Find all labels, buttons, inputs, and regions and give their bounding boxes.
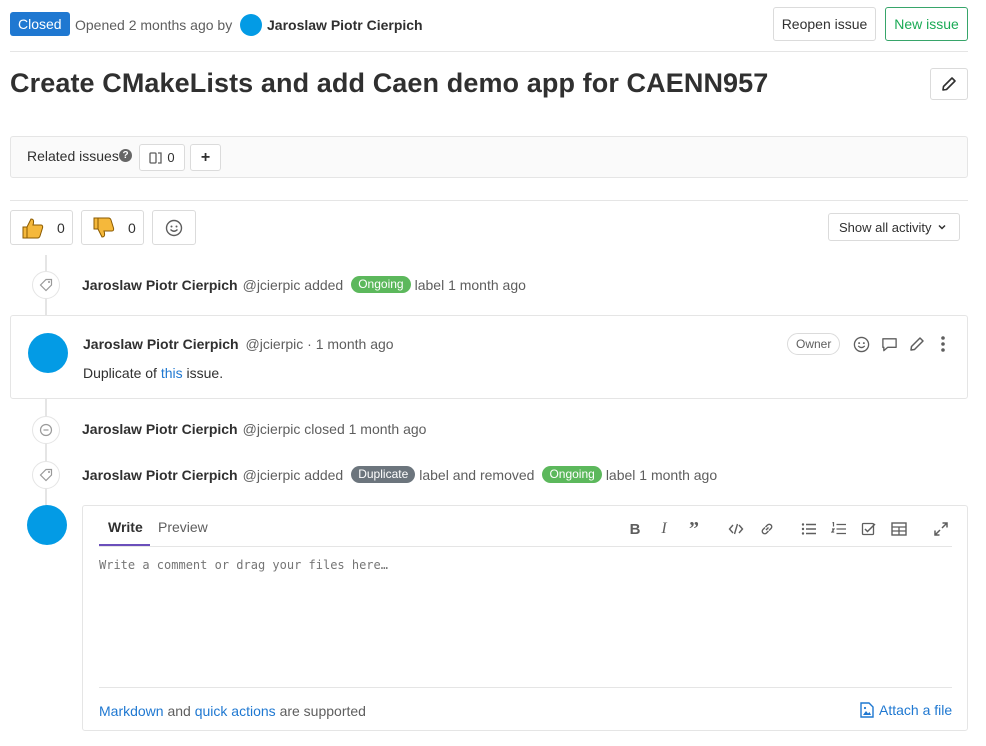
thumbs-up-count: 0 [57,219,65,236]
note-body-suffix: issue. [186,365,224,381]
related-count-value: 0 [167,150,175,165]
event-author[interactable]: Jaroslaw Piotr Cierpich [82,277,238,293]
fullscreen-icon[interactable] [932,520,950,538]
event-text-middle: label and removed [419,466,535,483]
question-icon[interactable]: ? [119,149,132,162]
avatar[interactable] [27,505,67,545]
footer-and: and [167,703,191,719]
comment-form: Write Preview B I ” Markdown and qu [82,505,968,731]
author-avatar[interactable] [240,14,262,36]
related-issues-panel: Related issues ? 0 + [10,136,968,178]
italic-icon[interactable]: I [655,520,673,538]
markdown-hint: Markdown and quick actions are supported [99,703,366,719]
ongoing-label[interactable]: Ongoing [351,276,411,293]
add-related-issue-button[interactable]: + [190,144,221,171]
status-badge: Closed [10,12,70,36]
duplicate-label[interactable]: Duplicate [351,466,416,483]
pencil-icon [942,77,956,91]
attach-file-button[interactable]: Attach a file [860,702,952,718]
new-issue-button[interactable]: New issue [885,7,968,41]
more-actions-icon[interactable] [933,334,953,354]
related-issues-label: Related issues [27,148,119,164]
table-icon[interactable] [890,520,908,538]
edit-title-button[interactable] [930,68,968,100]
event-text: @jcierpic added [242,276,344,293]
note-body: Duplicate of this issue. [83,365,223,381]
note-header: Jaroslaw Piotr Cierpich @jcierpic · 1 mo… [83,336,394,352]
form-footer-divider [99,687,952,688]
tag-icon [39,278,53,292]
thumbs-down-button[interactable]: 0 [81,210,144,245]
owner-badge: Owner [787,333,841,355]
smiley-icon [165,219,183,236]
note-author[interactable]: Jaroslaw Piotr Cierpich [83,336,239,352]
event-text-after: label 1 month ago [414,276,526,293]
issue-header: Closed Opened 2 months ago by Jaroslaw P… [10,7,968,52]
add-reaction-button[interactable] [152,210,196,245]
tag-icon [39,468,53,482]
event-text-after: label 1 month ago [605,466,718,483]
thumbs-down-count: 0 [128,219,136,236]
bullet-list-icon[interactable] [800,520,818,538]
related-issues-count: 0 [139,144,185,171]
activity-filter-dropdown[interactable]: Show all activity [828,213,960,241]
bold-icon[interactable]: B [626,520,644,538]
avatar[interactable] [28,333,68,373]
event-author[interactable]: Jaroslaw Piotr Cierpich [82,467,238,483]
note-body-link[interactable]: this [161,365,183,381]
active-tab-indicator [99,544,150,546]
footer-suffix: are supported [279,703,366,719]
comment-note: Jaroslaw Piotr Cierpich @jcierpic · 1 mo… [10,315,968,399]
timeline-event-labels-changed: Jaroslaw Piotr Cierpich @jcierpic added … [82,466,717,483]
code-icon[interactable] [727,520,745,538]
thumbs-up-icon [22,217,44,238]
comment-textarea[interactable] [99,558,952,683]
timeline-event-closed: Jaroslaw Piotr Cierpich @jcierpic closed… [82,421,426,437]
divider [10,200,968,201]
plus-icon: + [200,148,211,166]
markdown-link[interactable]: Markdown [99,703,164,719]
page-title: Create CMakeLists and add Caen demo app … [10,68,769,98]
pencil-icon[interactable] [907,334,927,354]
opened-text: Opened 2 months ago by [75,17,233,33]
thumbs-down-icon [93,217,115,238]
ongoing-label[interactable]: Ongoing [542,466,602,483]
author-name-link[interactable]: Jaroslaw Piotr Cierpich [267,17,423,33]
task-list-icon[interactable] [860,520,878,538]
comment-tabs: Write Preview B I ” [99,506,952,547]
reply-icon[interactable] [879,334,899,354]
timeline-event-icon [32,416,60,444]
event-author[interactable]: Jaroslaw Piotr Cierpich [82,421,238,437]
tab-preview[interactable]: Preview [158,519,208,535]
attach-file-label: Attach a file [879,702,953,718]
issues-icon [149,151,163,164]
add-reaction-icon[interactable] [851,334,871,354]
closed-icon [39,423,53,437]
activity-filter-label: Show all activity [839,219,932,235]
event-text: @jcierpic added [242,466,344,483]
note-body-prefix: Duplicate of [83,365,157,381]
image-icon [860,702,874,718]
event-text: @jcierpic closed 1 month ago [242,421,427,437]
timeline-event-icon [32,271,60,299]
quote-icon[interactable]: ” [685,519,703,539]
numbered-list-icon[interactable] [830,520,848,538]
chevron-down-icon [938,224,947,230]
reopen-issue-button[interactable]: Reopen issue [773,7,876,41]
quick-actions-link[interactable]: quick actions [195,703,276,719]
thumbs-up-button[interactable]: 0 [10,210,73,245]
timeline-event-label-added: Jaroslaw Piotr Cierpich @jcierpic added … [82,276,526,293]
tab-write[interactable]: Write [108,519,143,535]
timeline-event-icon [32,461,60,489]
note-meta: @jcierpic · 1 month ago [245,336,394,352]
link-icon[interactable] [758,520,776,538]
